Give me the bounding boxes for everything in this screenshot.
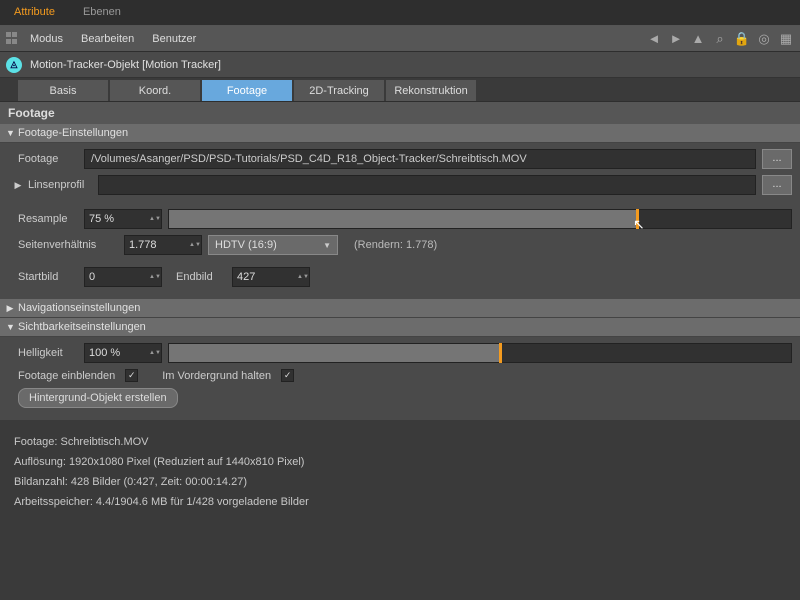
motion-tracker-icon: ◬	[6, 57, 22, 73]
top-tab-bar: Attribute Ebenen	[0, 0, 800, 26]
footage-einblenden-checkbox[interactable]: ✓	[125, 369, 138, 382]
section-footage-title: Footage	[0, 102, 800, 124]
vordergrund-checkbox[interactable]: ✓	[281, 369, 294, 382]
section-visibility[interactable]: ▼ Sichtbarkeitseinstellungen	[0, 318, 800, 337]
spinner-arrows-icon[interactable]: ▲▼	[297, 274, 305, 280]
subtab-footage[interactable]: Footage	[202, 80, 292, 101]
endbild-value: 427	[237, 271, 297, 283]
menu-bearbeiten[interactable]: Bearbeiten	[81, 33, 134, 45]
target-icon[interactable]: ◎	[756, 31, 772, 47]
info-footage-name: Footage: Schreibtisch.MOV	[14, 432, 786, 452]
startbild-value: 0	[89, 271, 149, 283]
forward-icon[interactable]: ►	[668, 31, 684, 47]
section-label: Footage-Einstellungen	[18, 127, 128, 139]
linsenprofil-label: Linsenprofil	[28, 179, 92, 191]
up-icon[interactable]: ▲	[690, 31, 706, 47]
spinner-arrows-icon[interactable]: ▲▼	[189, 242, 197, 248]
resample-spinner[interactable]: 75 % ▲▼	[84, 209, 162, 229]
resample-slider[interactable]	[168, 209, 792, 229]
resample-value: 75 %	[89, 213, 149, 225]
search-icon[interactable]: ⌕	[712, 31, 728, 47]
object-titlebar: ◬ Motion-Tracker-Objekt [Motion Tracker]	[0, 52, 800, 78]
helligkeit-spinner[interactable]: 100 % ▲▼	[84, 343, 162, 363]
linsenprofil-input[interactable]	[98, 175, 756, 195]
section-label: Sichtbarkeitseinstellungen	[18, 321, 146, 333]
footage-browse-button[interactable]: ...	[762, 149, 792, 169]
back-icon[interactable]: ◄	[646, 31, 662, 47]
object-title: Motion-Tracker-Objekt [Motion Tracker]	[30, 59, 221, 71]
menubar: Modus Bearbeiten Benutzer ◄ ► ▲ ⌕ 🔒 ◎ ▦	[0, 26, 800, 52]
dropdown-value: HDTV (16:9)	[215, 239, 277, 251]
footage-einblenden-label: Footage einblenden	[8, 370, 115, 382]
info-memory: Arbeitsspeicher: 4.4/1904.6 MB für 1/428…	[14, 492, 786, 512]
helligkeit-label: Helligkeit	[8, 347, 78, 359]
spinner-arrows-icon[interactable]: ▲▼	[149, 216, 157, 222]
grid-toggle-icon[interactable]: ▦	[778, 31, 794, 47]
footage-settings-content: Footage ... ▶ Linsenprofil ... Resample …	[0, 143, 800, 299]
lock-icon[interactable]: 🔒	[734, 31, 750, 47]
subtab-rekonstruktion[interactable]: Rekonstruktion	[386, 80, 476, 101]
footage-label: Footage	[8, 153, 78, 165]
endbild-spinner[interactable]: 427 ▲▼	[232, 267, 310, 287]
hintergrund-objekt-button[interactable]: Hintergrund-Objekt erstellen	[18, 388, 178, 408]
endbild-label: Endbild	[176, 271, 226, 283]
footage-path-input[interactable]	[84, 149, 756, 169]
chevron-down-icon: ▼	[323, 241, 331, 250]
chevron-right-icon: ▶	[6, 303, 14, 314]
info-frame-count: Bildanzahl: 428 Bilder (0:427, Zeit: 00:…	[14, 472, 786, 492]
resample-label: Resample	[8, 213, 78, 225]
aspect-label: Seitenverhältnis	[8, 239, 118, 251]
chevron-down-icon: ▼	[6, 128, 14, 138]
grid-icon	[6, 32, 20, 46]
spinner-arrows-icon[interactable]: ▲▼	[149, 350, 157, 356]
startbild-spinner[interactable]: 0 ▲▼	[84, 267, 162, 287]
aspect-dropdown[interactable]: HDTV (16:9) ▼	[208, 235, 338, 255]
subtab-basis[interactable]: Basis	[18, 80, 108, 101]
startbild-label: Startbild	[8, 271, 78, 283]
helligkeit-slider[interactable]	[168, 343, 792, 363]
vordergrund-label: Im Vordergrund halten	[162, 370, 271, 382]
spinner-arrows-icon[interactable]: ▲▼	[149, 274, 157, 280]
visibility-content: Helligkeit 100 % ▲▼ Footage einblenden ✓…	[0, 337, 800, 420]
section-navigation[interactable]: ▶ Navigationseinstellungen	[0, 299, 800, 318]
subtab-bar: Basis Koord. Footage 2D-Tracking Rekonst…	[0, 78, 800, 102]
subtab-koord[interactable]: Koord.	[110, 80, 200, 101]
menu-benutzer[interactable]: Benutzer	[152, 33, 196, 45]
menu-modus[interactable]: Modus	[30, 33, 63, 45]
footage-info-block: Footage: Schreibtisch.MOV Auflösung: 192…	[0, 420, 800, 524]
aspect-spinner[interactable]: 1.778 ▲▼	[124, 235, 202, 255]
tab-ebenen[interactable]: Ebenen	[69, 0, 135, 25]
helligkeit-value: 100 %	[89, 347, 149, 359]
subtab-2d-tracking[interactable]: 2D-Tracking	[294, 80, 384, 101]
tab-attribute[interactable]: Attribute	[0, 0, 69, 25]
chevron-right-icon[interactable]: ▶	[14, 180, 22, 191]
chevron-down-icon: ▼	[6, 322, 14, 332]
linsenprofil-browse-button[interactable]: ...	[762, 175, 792, 195]
aspect-value: 1.778	[129, 239, 189, 251]
render-note: (Rendern: 1.778)	[354, 239, 437, 251]
info-resolution: Auflösung: 1920x1080 Pixel (Reduziert au…	[14, 452, 786, 472]
section-footage-einstellungen[interactable]: ▼ Footage-Einstellungen	[0, 124, 800, 143]
section-label: Navigationseinstellungen	[18, 302, 140, 314]
